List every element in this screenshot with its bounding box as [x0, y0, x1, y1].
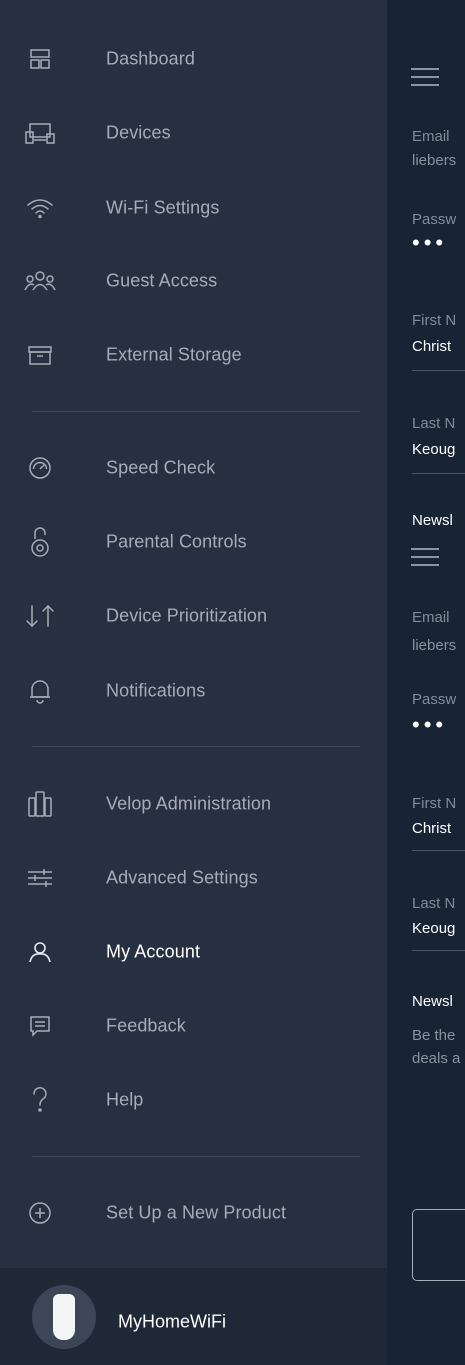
navigation-drawer: Dashboard Devices Wi-Fi Settings Guest A…	[0, 0, 387, 1365]
password-value[interactable]: •••	[412, 230, 447, 256]
sliders-icon	[21, 859, 59, 897]
first-name-value[interactable]: Christ	[412, 338, 451, 355]
email-label: Email	[412, 609, 450, 626]
plus-circle-icon	[21, 1194, 59, 1232]
feedback-icon	[21, 1007, 59, 1045]
menu-item-help[interactable]: Help	[0, 1070, 387, 1130]
hamburger-menu-icon[interactable]	[411, 548, 439, 566]
first-name-label: First N	[412, 795, 457, 812]
menu-item-label: Speed Check	[106, 457, 216, 478]
first-name-label: First N	[412, 312, 457, 329]
menu-item-label: Guest Access	[106, 270, 218, 291]
password-value[interactable]: •••	[412, 712, 447, 738]
menu-item-label: Feedback	[106, 1015, 186, 1036]
last-name-label: Last N	[412, 895, 456, 912]
menu-item-dashboard[interactable]: Dashboard	[0, 29, 387, 89]
email-value[interactable]: liebers	[412, 637, 456, 654]
menu-item-notifications[interactable]: Notifications	[0, 661, 387, 721]
menu-item-external-storage[interactable]: External Storage	[0, 325, 387, 385]
password-label: Passw	[412, 211, 457, 228]
menu-item-label: Advanced Settings	[106, 867, 258, 888]
field-underline	[412, 850, 465, 851]
password-label: Passw	[412, 691, 457, 708]
menu-item-guest-access[interactable]: Guest Access	[0, 251, 387, 311]
newsletter-label: Newsl	[412, 993, 453, 1010]
menu-item-parental-controls[interactable]: Parental Controls	[0, 512, 387, 572]
bell-icon	[21, 672, 59, 710]
field-underline	[412, 370, 465, 371]
last-name-value[interactable]: Keoug	[412, 920, 455, 937]
menu-item-feedback[interactable]: Feedback	[0, 996, 387, 1056]
menu-item-label: Help	[106, 1089, 144, 1110]
devices-icon	[21, 114, 59, 152]
last-name-label: Last N	[412, 415, 456, 432]
newsletter-description: deals a	[412, 1050, 461, 1067]
menu-item-label: Parental Controls	[106, 531, 247, 552]
speedometer-icon	[21, 449, 59, 487]
prioritization-arrows-icon	[21, 597, 59, 635]
email-label: Email	[412, 128, 450, 145]
newsletter-description: Be the	[412, 1027, 456, 1044]
panel-action-button[interactable]	[412, 1209, 465, 1281]
field-underline	[412, 950, 465, 951]
menu-divider	[32, 746, 360, 747]
menu-item-label: Dashboard	[106, 48, 195, 69]
account-panel-preview: Email liebers Passw ••• First N Christ L…	[387, 0, 465, 1365]
field-underline	[412, 473, 465, 474]
menu-item-device-prioritization[interactable]: Device Prioritization	[0, 586, 387, 646]
wifi-icon	[21, 189, 59, 227]
first-name-value[interactable]: Christ	[412, 820, 451, 837]
hamburger-menu-icon[interactable]	[411, 68, 439, 86]
menu-item-label: Set Up a New Product	[106, 1202, 287, 1223]
email-value[interactable]: liebers	[412, 152, 456, 169]
parental-lock-icon	[21, 523, 59, 561]
menu-item-label: My Account	[106, 941, 201, 962]
guest-access-icon	[21, 262, 59, 300]
menu-item-velop-administration[interactable]: Velop Administration	[0, 774, 387, 834]
menu-item-label: Device Prioritization	[106, 605, 268, 626]
menu-item-label: Notifications	[106, 680, 206, 701]
newsletter-label: Newsl	[412, 512, 453, 529]
menu-item-wifi-settings[interactable]: Wi-Fi Settings	[0, 178, 387, 238]
external-storage-icon	[21, 336, 59, 374]
menu-item-label: Devices	[106, 122, 171, 143]
menu-item-advanced-settings[interactable]: Advanced Settings	[0, 848, 387, 908]
menu-item-label: External Storage	[106, 344, 242, 365]
menu-item-speed-check[interactable]: Speed Check	[0, 438, 387, 498]
menu-item-label: Velop Administration	[106, 793, 272, 814]
menu-divider	[32, 1156, 360, 1157]
velop-nodes-icon	[21, 785, 59, 823]
network-name: MyHomeWiFi	[118, 1311, 226, 1332]
velop-node-icon	[32, 1285, 96, 1349]
help-icon	[21, 1081, 59, 1119]
menu-divider	[32, 411, 360, 412]
menu-item-label: Wi-Fi Settings	[106, 197, 220, 218]
menu-item-my-account[interactable]: My Account	[0, 922, 387, 982]
last-name-value[interactable]: Keoug	[412, 441, 455, 458]
dashboard-icon	[21, 40, 59, 78]
user-icon	[21, 933, 59, 971]
menu-item-devices[interactable]: Devices	[0, 103, 387, 163]
menu-item-set-up-new-product[interactable]: Set Up a New Product	[0, 1183, 387, 1243]
